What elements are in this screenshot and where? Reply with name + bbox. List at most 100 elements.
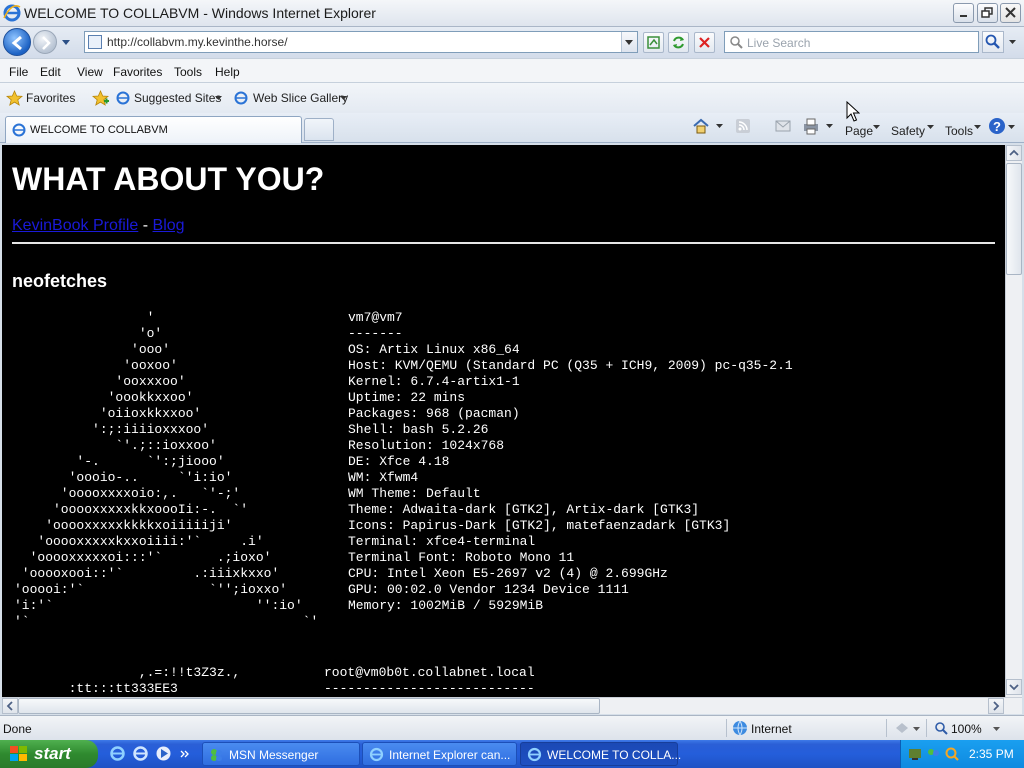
internet-zone-icon — [733, 720, 747, 736]
menu-tools[interactable]: Tools — [174, 65, 202, 79]
chevron-down-icon[interactable] — [927, 125, 935, 131]
menu-edit[interactable]: Edit — [40, 65, 61, 79]
zoom-level[interactable]: 100% — [951, 722, 982, 736]
forward-button[interactable] — [33, 30, 57, 54]
status-text: Done — [3, 722, 32, 736]
quicklaunch-more-icon[interactable] — [180, 750, 189, 759]
print-icon[interactable] — [802, 117, 820, 135]
horizontal-scrollbar[interactable] — [2, 697, 1022, 714]
back-button[interactable] — [3, 28, 31, 56]
favorites-button[interactable]: Favorites — [26, 91, 75, 105]
chevron-right-icon — [993, 701, 1000, 711]
svg-text:?: ? — [993, 119, 1001, 134]
search-options-icon[interactable] — [1005, 31, 1020, 53]
tab-row: WELCOME TO COLLABVM Page Safety Tools ? — [0, 113, 1024, 143]
chevron-down-icon[interactable] — [974, 125, 982, 131]
taskbar-msn-messenger[interactable]: MSN Messenger — [202, 742, 360, 766]
back-arrow-icon — [11, 35, 22, 51]
stop-button[interactable] — [694, 32, 715, 53]
page-menu[interactable]: Page — [845, 124, 873, 138]
chevron-down-icon[interactable] — [1008, 125, 1016, 131]
chevron-down-icon[interactable] — [993, 727, 1001, 733]
refresh-icon — [673, 36, 684, 49]
menu-bar: File Edit View Favorites Tools Help — [0, 58, 1024, 83]
security-zone[interactable]: Internet — [751, 722, 792, 736]
address-dropdown-button[interactable] — [621, 32, 637, 52]
search-go-button[interactable] — [982, 31, 1004, 53]
vertical-scrollbar[interactable] — [1005, 145, 1022, 697]
suggested-sites-link[interactable]: Suggested Sites — [134, 91, 221, 105]
chevron-down-icon — [1009, 684, 1019, 691]
quicklaunch-ie2-icon[interactable] — [132, 745, 149, 762]
start-button[interactable]: start — [0, 740, 98, 768]
chevron-down-icon[interactable] — [873, 125, 881, 131]
start-label: start — [34, 744, 71, 763]
neofetch-info: vm7@vm7 ------- OS: Artix Linux x86_64 H… — [348, 310, 793, 613]
quicklaunch-ie-icon[interactable] — [109, 745, 126, 762]
search-box[interactable]: Live Search — [724, 31, 979, 53]
forward-arrow-icon — [42, 36, 51, 50]
protected-mode-icon[interactable] — [894, 721, 910, 735]
horizontal-scroll-thumb[interactable] — [18, 698, 600, 714]
address-url[interactable]: http://collabvm.my.kevinthe.horse/ — [107, 35, 288, 49]
web-slice-gallery-link[interactable]: Web Slice Gallery — [253, 91, 348, 105]
clock: 2:35 PM — [969, 747, 1014, 761]
tab-welcome[interactable]: WELCOME TO COLLABVM — [5, 116, 302, 143]
feeds-icon[interactable] — [735, 118, 751, 134]
favorites-star-icon — [6, 90, 23, 106]
chevron-down-icon[interactable] — [826, 124, 834, 130]
compatibility-view-button[interactable] — [643, 32, 664, 53]
taskbar-welcome-collabvm[interactable]: WELCOME TO COLLA... — [520, 742, 681, 766]
menu-help[interactable]: Help — [215, 65, 240, 79]
mouse-cursor-icon — [846, 101, 860, 122]
home-icon[interactable] — [692, 117, 710, 135]
new-tab-button[interactable] — [304, 118, 334, 141]
scroll-right-button[interactable] — [988, 698, 1004, 714]
menu-file[interactable]: File — [9, 65, 28, 79]
address-bar[interactable]: http://collabvm.my.kevinthe.horse/ — [84, 31, 638, 53]
tab-favicon-icon — [12, 123, 26, 137]
close-button[interactable] — [1000, 3, 1021, 23]
menu-favorites[interactable]: Favorites — [113, 65, 162, 79]
history-dropdown-icon[interactable] — [60, 36, 72, 48]
tray-msn-icon[interactable] — [925, 746, 941, 762]
chevron-down-icon[interactable] — [716, 124, 724, 130]
chevron-down-icon[interactable] — [215, 96, 223, 102]
status-separator — [726, 719, 727, 737]
refresh-button[interactable] — [668, 32, 689, 53]
zoom-icon[interactable] — [934, 721, 948, 735]
chevron-down-icon[interactable] — [340, 96, 348, 102]
restore-button[interactable] — [977, 3, 998, 23]
vertical-scroll-thumb[interactable] — [1006, 163, 1022, 275]
scroll-left-button[interactable] — [2, 698, 18, 714]
title-bar: WELCOME TO COLLABVM - Windows Internet E… — [0, 0, 1024, 27]
scroll-up-button[interactable] — [1006, 145, 1022, 161]
restore-icon — [981, 7, 993, 18]
search-placeholder: Live Search — [747, 36, 811, 50]
chevron-left-icon — [6, 701, 13, 711]
add-favorites-icon[interactable] — [92, 90, 109, 107]
section-heading: neofetches — [12, 271, 108, 291]
chevron-down-icon[interactable] — [913, 727, 921, 733]
taskbar-ie-dialog[interactable]: Internet Explorer can... — [362, 742, 517, 766]
stop-icon — [699, 37, 710, 48]
tray-network-icon[interactable] — [907, 746, 923, 762]
menu-view[interactable]: View — [77, 65, 103, 79]
scroll-down-button[interactable] — [1006, 679, 1022, 695]
minimize-button[interactable] — [953, 3, 974, 23]
tray-search-icon[interactable] — [944, 746, 960, 762]
web-slice-icon — [234, 91, 248, 105]
status-separator — [886, 719, 887, 737]
blog-link[interactable]: Blog — [153, 217, 185, 234]
tools-menu[interactable]: Tools — [945, 124, 973, 138]
help-icon[interactable]: ? — [988, 117, 1006, 135]
kevinbook-profile-link[interactable]: KevinBook Profile — [12, 217, 138, 234]
taskbar-label: MSN Messenger — [229, 748, 319, 762]
quicklaunch-media-icon[interactable] — [155, 745, 172, 762]
compatibility-icon — [647, 36, 660, 49]
page-icon — [88, 35, 102, 49]
read-mail-icon[interactable] — [775, 118, 791, 134]
safety-menu[interactable]: Safety — [891, 124, 925, 138]
divider — [12, 242, 995, 244]
page-content: WHAT ABOUT YOU? KevinBook Profile - Blog… — [2, 145, 1005, 697]
